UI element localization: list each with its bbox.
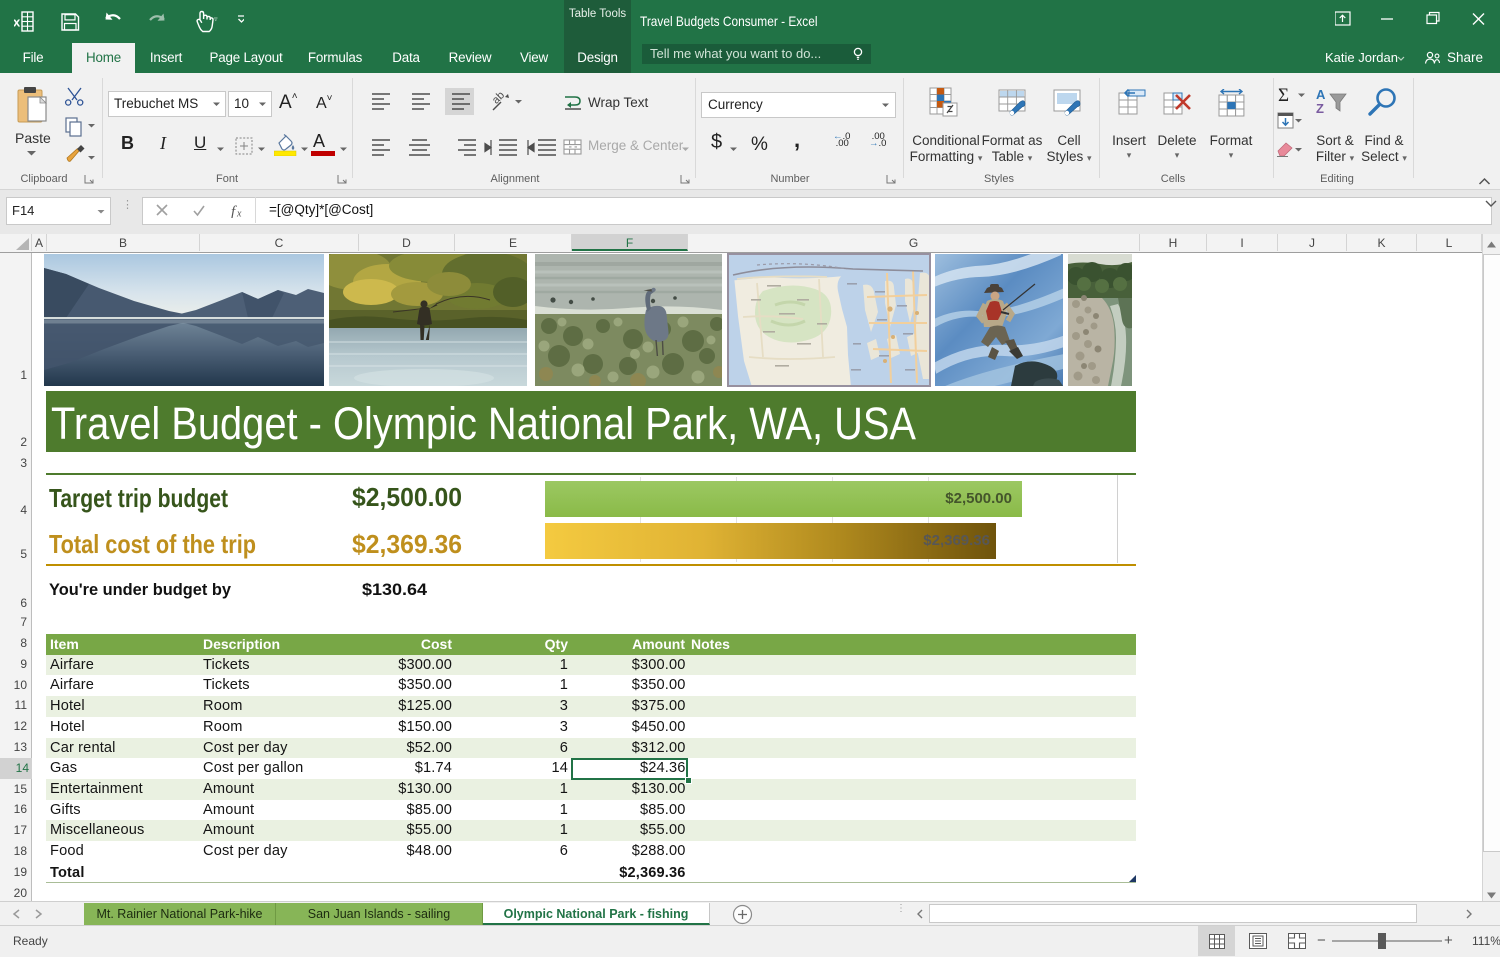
svg-text:A: A [1316, 87, 1326, 102]
svg-text:Z: Z [1316, 101, 1324, 116]
svg-text:x: x [236, 209, 242, 219]
svg-text:Paste: Paste [15, 130, 51, 146]
svg-text:ab: ab [490, 89, 507, 106]
svg-text:x: x [14, 15, 21, 30]
